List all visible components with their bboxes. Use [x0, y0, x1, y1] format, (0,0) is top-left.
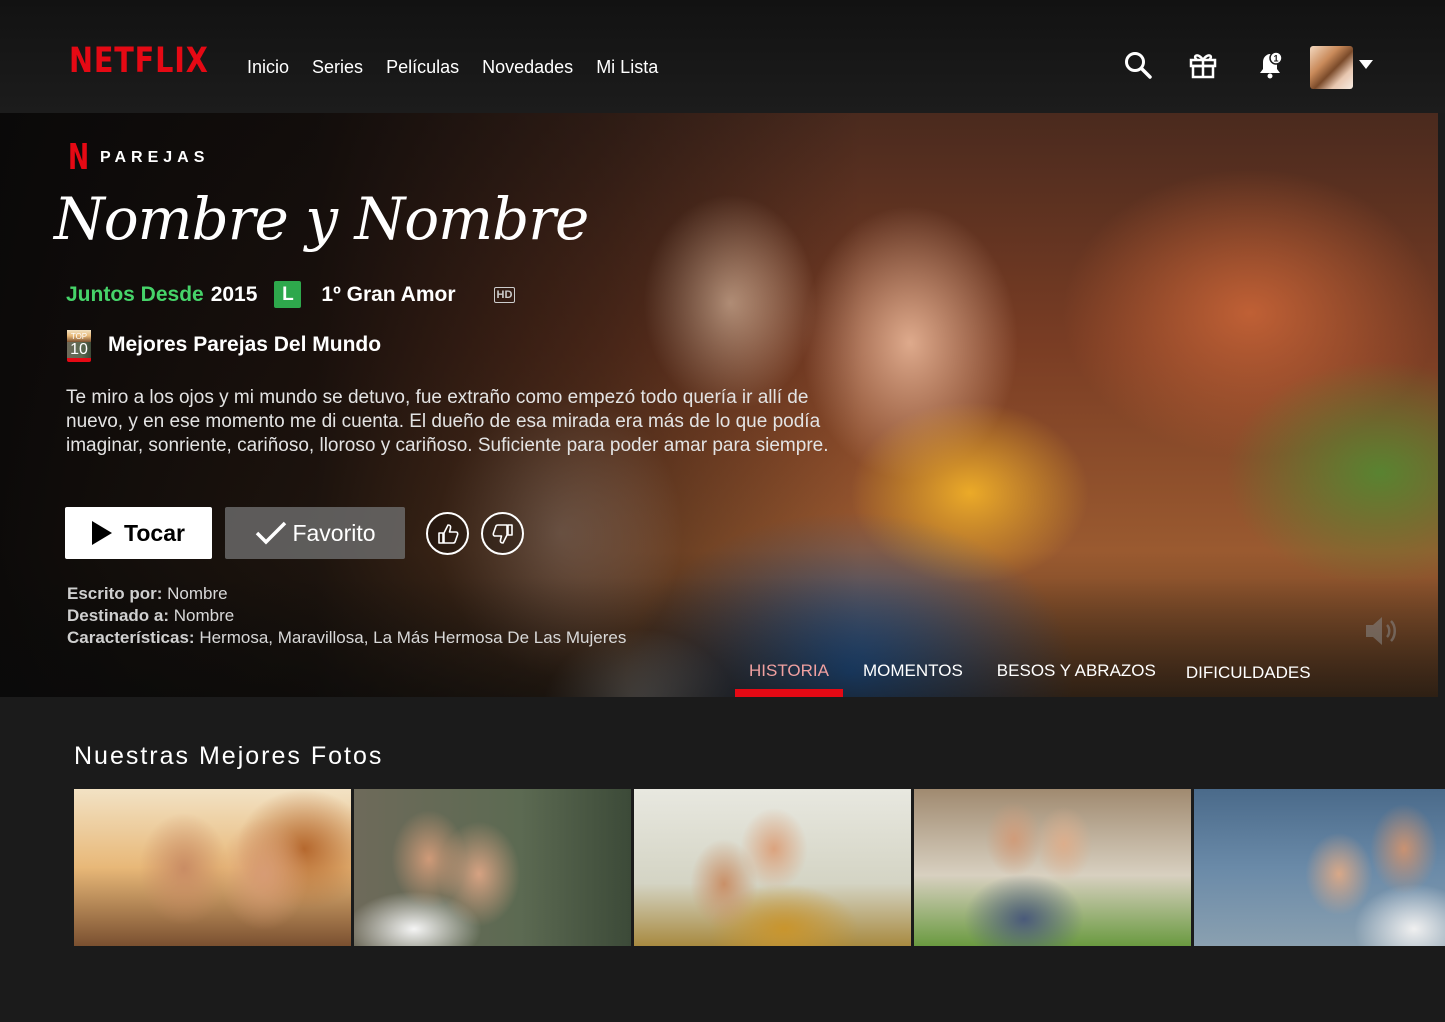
rating-badge: L	[274, 281, 302, 308]
row-title: Nuestras Mejores Fotos	[74, 742, 384, 770]
tab-historia[interactable]: HISTORIA	[735, 649, 843, 697]
thumbs-down-icon	[492, 523, 513, 544]
photo-thumbnail[interactable]	[634, 789, 911, 946]
profile-avatar[interactable]	[1310, 46, 1353, 89]
photo-thumbnail[interactable]	[914, 789, 1191, 946]
nav-item-novedades[interactable]: Novedades	[482, 57, 573, 77]
tab-momentos[interactable]: MOMENTOS	[843, 649, 977, 697]
favorite-button[interactable]: Favorito	[225, 507, 405, 559]
volume-icon[interactable]	[1362, 613, 1402, 649]
original-brand: N PAREJAS	[68, 140, 209, 176]
episode-tabs: HISTORIA MOMENTOS BESOS Y ABRAZOS DIFICU…	[735, 649, 1325, 697]
gift-icon[interactable]	[1188, 50, 1218, 80]
top10-text: Mejores Parejas Del Mundo	[108, 333, 382, 356]
netflix-logo[interactable]: NETFLIX	[69, 44, 209, 79]
brand-label: PAREJAS	[100, 149, 210, 166]
together-label: Juntos Desde	[66, 282, 204, 306]
photo-thumbnail[interactable]	[74, 789, 351, 946]
hero-title: Nombre y Nombre	[54, 185, 589, 253]
play-icon	[92, 521, 113, 545]
tab-dificuldades[interactable]: DIFICULDADES	[1170, 649, 1325, 697]
hero-description: Te miro a los ojos y mi mundo se detuvo,…	[66, 387, 829, 456]
play-button[interactable]: Tocar	[65, 507, 212, 559]
thumbs-down-button[interactable]	[481, 512, 524, 555]
together-year: 2015	[210, 282, 258, 306]
chevron-down-icon[interactable]	[1359, 60, 1373, 69]
photo-thumbnail[interactable]	[1194, 789, 1445, 946]
tab-besos-y-abrazos[interactable]: BESOS Y ABRAZOS	[977, 649, 1170, 697]
hero-banner: N PAREJAS Nombre y Nombre Juntos Desde 2…	[0, 113, 1438, 697]
photo-thumbnail[interactable]	[354, 789, 631, 946]
thumbs-up-button[interactable]	[426, 512, 469, 555]
main-nav: Inicio Series Películas Novedades Mi Lis…	[247, 57, 658, 77]
check-icon	[256, 521, 287, 545]
hero-credits: Escrito por: Nombre Destinado a: Nombre …	[67, 584, 627, 647]
search-icon[interactable]	[1123, 50, 1153, 80]
netflix-n-icon: N	[68, 137, 90, 178]
photo-row	[74, 789, 1445, 946]
nav-item-inicio[interactable]: Inicio	[247, 57, 289, 77]
notification-bell-icon[interactable]: 1	[1255, 50, 1285, 80]
header-actions: 1	[1105, 0, 1445, 113]
nav-item-peliculas[interactable]: Películas	[386, 57, 459, 77]
notification-count: 1	[1273, 54, 1278, 64]
nav-item-mi-lista[interactable]: Mi Lista	[596, 57, 658, 77]
nav-item-series[interactable]: Series	[312, 57, 363, 77]
thumbs-up-icon	[437, 523, 458, 544]
hd-badge: HD	[493, 286, 516, 303]
top10-badge: TOP 10	[67, 330, 91, 362]
top-navigation: NETFLIX Inicio Series Películas Novedade…	[0, 0, 1445, 113]
meta-subtitle: 1º Gran Amor	[321, 282, 456, 306]
hero-meta: Juntos Desde 2015 L 1º Gran Amor HD	[66, 281, 516, 308]
